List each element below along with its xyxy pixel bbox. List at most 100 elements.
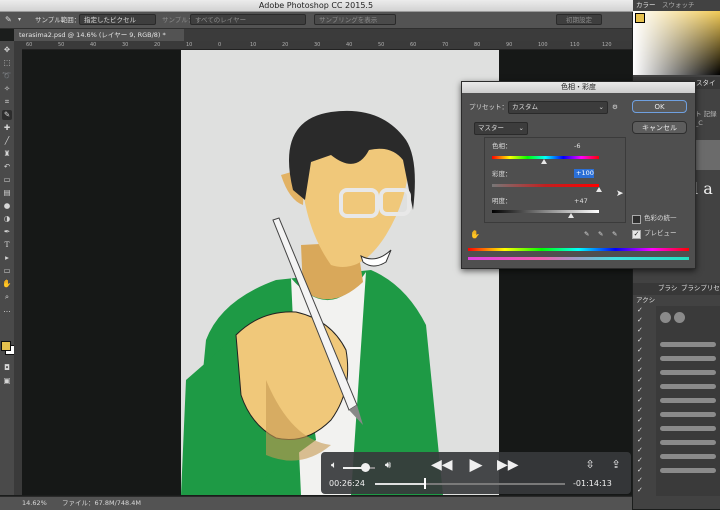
color-picker-field[interactable] — [633, 11, 720, 75]
actions-panel-tab[interactable]: アクシ — [636, 296, 655, 305]
lightness-slider-thumb[interactable] — [567, 213, 574, 218]
eyedropper-icon[interactable]: ✎ — [5, 15, 15, 25]
action-toggle-check-icon[interactable]: ✓ — [637, 366, 643, 375]
zoom-level[interactable]: 14.62% — [22, 497, 47, 510]
color-panel-tab[interactable]: カラー — [636, 1, 656, 10]
eraser-tool-icon[interactable]: ▭ — [2, 175, 12, 185]
volume-slider-knob[interactable] — [361, 463, 371, 472]
target-adjust-hand-icon[interactable]: ✋ — [470, 230, 480, 239]
saturation-value-input[interactable]: +100 — [574, 169, 594, 178]
rewind-icon[interactable]: ◀◀ — [431, 457, 453, 473]
action-toggle-check-icon[interactable]: ✓ — [637, 396, 643, 405]
action-toggle-check-icon[interactable]: ✓ — [637, 446, 643, 455]
crop-tool-icon[interactable]: ⌗ — [2, 97, 12, 107]
action-toggle-check-icon[interactable]: ✓ — [637, 316, 643, 325]
action-toggle-check-icon[interactable]: ✓ — [637, 336, 643, 345]
action-toggle-check-icon[interactable]: ✓ — [637, 406, 643, 415]
quick-mask-icon[interactable]: ◘ — [2, 363, 12, 373]
brush-presets-panel-tab[interactable]: ブラシプリセ — [681, 284, 720, 293]
foreground-color-swatch[interactable] — [1, 341, 11, 351]
brush-preset-item[interactable] — [674, 312, 685, 323]
more-tools-icon[interactable]: … — [2, 305, 12, 315]
show-sampling-ring-checkbox[interactable]: サンプリングを表示 — [314, 14, 396, 25]
action-toggle-check-icon[interactable]: ✓ — [637, 436, 643, 445]
action-toggle-check-icon[interactable]: ✓ — [637, 346, 643, 355]
action-toggle-check-icon[interactable]: ✓ — [637, 456, 643, 465]
preview-checkbox[interactable]: ✓ — [632, 230, 641, 239]
eyedropper-plus-icon[interactable]: ✎ — [598, 230, 603, 239]
hue-slider-thumb[interactable] — [540, 159, 547, 164]
saturation-slider-thumb[interactable] — [596, 187, 602, 192]
action-toggle-check-icon[interactable]: ✓ — [637, 356, 643, 365]
preset-select[interactable]: カスタム ⌄ — [508, 101, 608, 114]
sample-size-select[interactable]: 指定したピクセル — [79, 14, 156, 25]
ok-button[interactable]: OK — [632, 100, 687, 113]
brush-preset-item[interactable] — [660, 398, 716, 403]
brush-preset-item[interactable] — [660, 356, 716, 361]
swatches-panel-tab[interactable]: スウォッチ — [662, 1, 695, 10]
video-progress-handle[interactable] — [424, 478, 427, 489]
volume-low-icon[interactable]: 🔈︎ — [327, 460, 341, 471]
fast-forward-icon[interactable]: ▶▶ — [497, 457, 519, 473]
brush-preset-item[interactable] — [660, 412, 716, 417]
play-icon[interactable]: ▶ — [466, 455, 486, 475]
brush-tool-icon[interactable]: ╱ — [2, 136, 12, 146]
action-toggle-check-icon[interactable]: ✓ — [637, 376, 643, 385]
lightness-value-input[interactable]: +47 — [574, 197, 606, 206]
action-toggle-check-icon[interactable]: ✓ — [637, 476, 643, 485]
lasso-tool-icon[interactable]: ➰ — [2, 71, 12, 81]
history-brush-icon[interactable]: ↶ — [2, 162, 12, 172]
saturation-slider-track[interactable] — [492, 184, 599, 187]
brush-preset-item[interactable] — [660, 468, 716, 473]
stamp-tool-icon[interactable]: ♜ — [2, 149, 12, 159]
gradient-tool-icon[interactable]: ▤ — [2, 188, 12, 198]
file-size-info[interactable]: ファイル：67.8M/748.4M — [62, 497, 141, 510]
brush-preset-item[interactable] — [660, 312, 671, 323]
brush-preset-item[interactable] — [660, 342, 716, 347]
brush-preset-item[interactable] — [660, 440, 716, 445]
brush-preset-item[interactable] — [660, 370, 716, 375]
healing-tool-icon[interactable]: ✚ — [2, 123, 12, 133]
eyedropper-minus-icon[interactable]: ✎ — [612, 230, 617, 239]
style-panel-tab[interactable]: スタイ — [696, 79, 716, 88]
channel-select[interactable]: マスター ⌄ — [474, 122, 528, 135]
eyedropper-icon-dialog[interactable]: ✎ — [584, 230, 589, 239]
sample-layers-select[interactable]: すべてのレイヤー — [190, 14, 306, 25]
action-toggle-check-icon[interactable]: ✓ — [637, 426, 643, 435]
gear-icon[interactable]: ⚙ — [612, 103, 618, 112]
brush-preset-item[interactable] — [660, 384, 716, 389]
eyedropper-tool-icon[interactable]: ✎ — [2, 110, 12, 120]
action-toggle-check-icon[interactable]: ✓ — [637, 386, 643, 395]
marquee-tool-icon[interactable]: ⬚ — [2, 58, 12, 68]
action-toggle-check-icon[interactable]: ✓ — [637, 416, 643, 425]
blur-tool-icon[interactable]: ● — [2, 201, 12, 211]
action-toggle-check-icon[interactable]: ✓ — [637, 466, 643, 475]
brush-preset-item[interactable] — [660, 426, 716, 431]
colorize-checkbox[interactable] — [632, 215, 641, 224]
action-toggle-check-icon[interactable]: ✓ — [637, 306, 643, 315]
move-tool-icon[interactable]: ✥ — [2, 45, 12, 55]
zoom-tool-icon[interactable]: ⌕ — [2, 292, 12, 302]
reset-defaults-button[interactable]: 初期設定 — [556, 14, 602, 25]
canvas-artwork[interactable] — [181, 50, 499, 495]
brush-preset-item[interactable] — [660, 454, 716, 459]
shape-tool-icon[interactable]: ▭ — [2, 266, 12, 276]
share-icon[interactable]: ⇪ — [609, 458, 623, 471]
screen-mode-icon[interactable]: ▣ — [2, 376, 12, 386]
brush-panel-tab[interactable]: ブラシ — [658, 284, 677, 293]
captions-icon[interactable]: ⇳ — [583, 458, 597, 471]
path-select-tool-icon[interactable]: ▸ — [2, 253, 12, 263]
type-tool-icon[interactable]: T — [2, 240, 12, 250]
hue-value-input[interactable]: -6 — [574, 142, 606, 151]
document-tab[interactable]: terasima2.psd @ 14.6% (レイヤー 9, RGB/8) * — [14, 29, 184, 41]
volume-high-icon[interactable]: 🔊︎ — [381, 460, 395, 471]
panel-foreground-swatch[interactable] — [635, 13, 645, 23]
cancel-button[interactable]: キャンセル — [632, 121, 687, 134]
tool-preset-dropdown-icon[interactable]: ▾ — [18, 15, 21, 25]
action-toggle-check-icon[interactable]: ✓ — [637, 326, 643, 335]
action-toggle-check-icon[interactable]: ✓ — [637, 486, 643, 495]
dodge-tool-icon[interactable]: ◑ — [2, 214, 12, 224]
lightness-slider-track[interactable] — [492, 210, 599, 213]
pen-tool-icon[interactable]: ✒ — [2, 227, 12, 237]
hand-tool-icon[interactable]: ✋ — [2, 279, 12, 289]
